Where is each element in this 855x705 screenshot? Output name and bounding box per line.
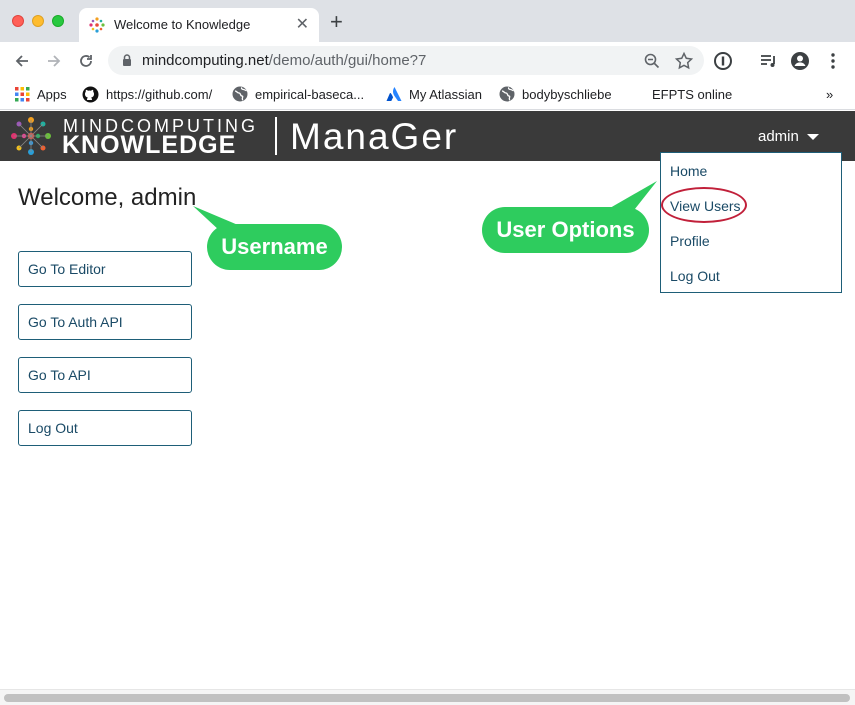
window-minimize-button[interactable] bbox=[32, 15, 44, 27]
bookmark-atlassian[interactable]: My Atlassian bbox=[386, 85, 482, 103]
github-icon bbox=[82, 86, 99, 102]
go-to-editor-button[interactable]: Go To Editor bbox=[18, 251, 192, 287]
bookmark-label: bodybyschliebe bbox=[522, 86, 612, 102]
bookmarks-bar: Apps https://github.com/ empirical-basec… bbox=[0, 79, 855, 110]
tab-close-icon[interactable]: ✕ bbox=[296, 14, 309, 34]
url-path: /demo/auth/gui/home?7 bbox=[268, 52, 427, 69]
bookmark-label: https://github.com/ bbox=[106, 86, 213, 102]
window-zoom-button[interactable] bbox=[52, 15, 64, 27]
caret-down-icon bbox=[806, 133, 819, 140]
horizontal-scrollbar[interactable] bbox=[0, 689, 855, 705]
globe-icon bbox=[232, 86, 248, 102]
browser-tab-strip: Welcome to Knowledge ✕ + bbox=[0, 0, 855, 42]
brand-name-bottom: KNOWLEDGE bbox=[62, 131, 237, 159]
view-users-highlight bbox=[661, 187, 747, 223]
back-arrow-icon[interactable] bbox=[11, 50, 33, 72]
menu-item-profile[interactable]: Profile bbox=[670, 233, 710, 249]
media-queue-icon[interactable] bbox=[757, 50, 779, 72]
url-domain: mindcomputing.net bbox=[142, 52, 269, 69]
address-bar[interactable]: mindcomputing.net/demo/auth/gui/home?7 bbox=[108, 46, 704, 75]
welcome-heading: Welcome, admin bbox=[18, 184, 197, 211]
chrome-menu-icon[interactable] bbox=[822, 50, 844, 72]
profile-avatar-icon[interactable] bbox=[789, 50, 811, 72]
scrollbar-thumb[interactable] bbox=[4, 694, 850, 702]
apps-grid-icon bbox=[15, 86, 30, 101]
log-out-button[interactable]: Log Out bbox=[18, 410, 192, 446]
tab-title: Welcome to Knowledge bbox=[114, 17, 251, 32]
overflow-chevron-icon: » bbox=[826, 86, 834, 102]
user-name: admin bbox=[758, 128, 799, 145]
browser-tab-active[interactable]: Welcome to Knowledge ✕ bbox=[79, 8, 319, 42]
atlassian-icon bbox=[386, 87, 402, 101]
user-menu-toggle[interactable]: admin bbox=[758, 128, 819, 145]
bookmark-github[interactable]: https://github.com/ bbox=[82, 85, 212, 103]
bookmark-label: Apps bbox=[37, 86, 67, 102]
forward-arrow-icon[interactable] bbox=[43, 50, 65, 72]
bookmark-empirical[interactable]: empirical-baseca... bbox=[232, 85, 364, 103]
menu-item-log-out[interactable]: Log Out bbox=[670, 268, 720, 284]
bookmark-label: My Atlassian bbox=[409, 86, 482, 102]
bookmark-label: empirical-baseca... bbox=[255, 86, 365, 102]
lock-icon bbox=[123, 54, 131, 66]
reload-icon[interactable] bbox=[75, 50, 97, 72]
product-name: ManaGer bbox=[290, 116, 459, 157]
browser-toolbar: mindcomputing.net/demo/auth/gui/home?7 bbox=[0, 42, 855, 79]
go-to-api-button[interactable]: Go To API bbox=[18, 357, 192, 393]
extension-info-icon[interactable] bbox=[712, 50, 734, 72]
knowledge-favicon-icon bbox=[89, 17, 105, 33]
window-close-button[interactable] bbox=[12, 15, 24, 27]
bookmark-star-icon[interactable] bbox=[674, 51, 694, 71]
knowledge-logo-icon bbox=[11, 117, 51, 155]
bookmark-efpts[interactable]: EFPTS online bbox=[652, 85, 732, 103]
username-callout: Username bbox=[207, 224, 342, 270]
brand-divider bbox=[275, 117, 277, 155]
go-to-auth-api-button[interactable]: Go To Auth API bbox=[18, 304, 192, 340]
bookmarks-overflow-button[interactable]: » bbox=[826, 85, 833, 103]
menu-item-home[interactable]: Home bbox=[670, 163, 707, 179]
globe-icon bbox=[499, 86, 515, 102]
zoom-icon[interactable] bbox=[642, 51, 662, 71]
user-dropdown-menu: Home View Users Profile Log Out bbox=[660, 152, 842, 293]
user-options-callout: User Options bbox=[482, 207, 649, 253]
bookmark-label: EFPTS online bbox=[652, 86, 733, 102]
bookmark-apps[interactable]: Apps bbox=[15, 85, 67, 103]
bookmark-bodybyschliebe[interactable]: bodybyschliebe bbox=[499, 85, 612, 103]
new-tab-button[interactable]: + bbox=[330, 11, 343, 33]
url-text: mindcomputing.net/demo/auth/gui/home?7 bbox=[142, 52, 426, 69]
